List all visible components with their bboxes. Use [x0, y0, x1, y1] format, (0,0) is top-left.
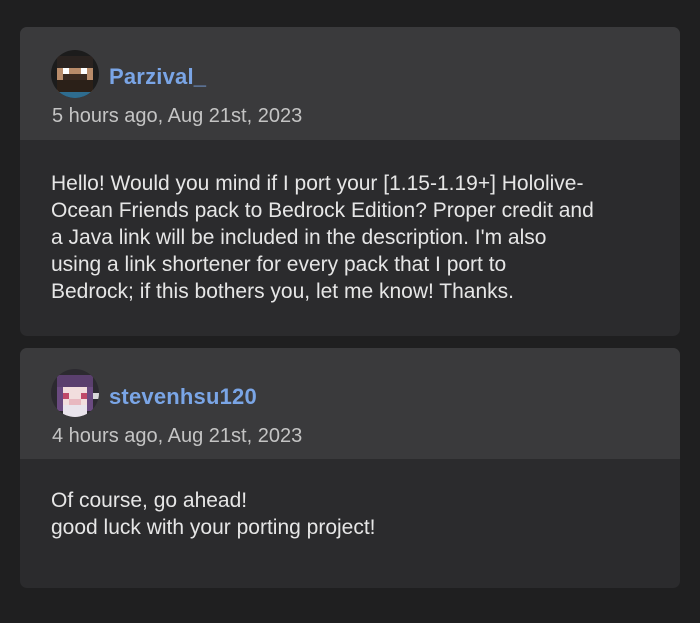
- comment-text-line: using a link shortener for every pack th…: [51, 253, 507, 276]
- comment-text-line: Bedrock; if this bothers you, let me kno…: [51, 280, 514, 303]
- avatar-icon: [51, 369, 99, 417]
- avatar[interactable]: [51, 369, 99, 417]
- comment-text-line: Ocean Friends pack to Bedrock Edition? P…: [51, 199, 594, 222]
- comment-header: stevenhsu120 4 hours ago, Aug 21st, 2023: [20, 348, 680, 459]
- comment-text-line: a Java link will be included in the desc…: [51, 226, 547, 249]
- comment-text-line: Hello! Would you mind if I port your [1.…: [51, 172, 584, 195]
- comment-body: Hello! Would you mind if I port your [1.…: [20, 140, 680, 305]
- comment-card: Parzival_ 5 hours ago, Aug 21st, 2023 He…: [20, 27, 680, 336]
- comment-card: stevenhsu120 4 hours ago, Aug 21st, 2023…: [20, 348, 680, 588]
- timestamp: 5 hours ago, Aug 21st, 2023: [52, 105, 303, 127]
- username[interactable]: Parzival_: [109, 64, 206, 90]
- username[interactable]: stevenhsu120: [109, 384, 257, 410]
- timestamp: 4 hours ago, Aug 21st, 2023: [52, 425, 303, 447]
- comment-text-line: Of course, go ahead!: [51, 489, 248, 512]
- avatar[interactable]: [51, 50, 99, 98]
- comment-body: Of course, go ahead! good luck with your…: [20, 459, 680, 541]
- comment-header: Parzival_ 5 hours ago, Aug 21st, 2023: [20, 27, 680, 140]
- comment-text-line: good luck with your porting project!: [51, 516, 376, 539]
- avatar-icon: [51, 50, 99, 98]
